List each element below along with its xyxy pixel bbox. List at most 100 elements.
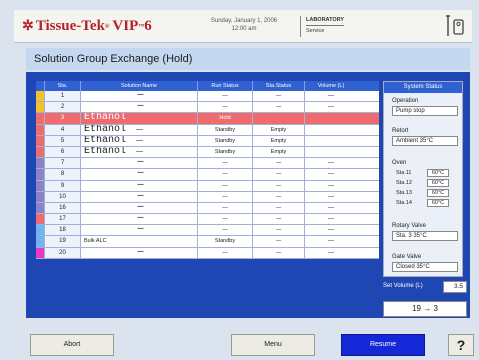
- mode-indicator: LABORATORY Service: [306, 16, 345, 35]
- menu-button[interactable]: Menu: [231, 334, 315, 356]
- run-status: Standby: [198, 124, 253, 135]
- table-row[interactable]: 3 Ethanol Hold: [36, 113, 379, 125]
- solution-name-text: —: [137, 247, 144, 258]
- solution-name: Ethanol: [81, 113, 198, 124]
- station-color-marker: [36, 102, 45, 113]
- abort-button[interactable]: Abort: [30, 334, 114, 356]
- table-row[interactable]: 7— — — —: [36, 158, 379, 170]
- table-row[interactable]: 6 Ethanol — Standby Empty: [36, 146, 379, 159]
- table-row[interactable]: 20— — — —: [36, 247, 379, 259]
- table-row[interactable]: 4 Ethanol — Standby Empty: [36, 124, 379, 136]
- oven-sta14: Sta.14 60°C: [396, 199, 458, 207]
- oven-sta13-temp: 60°C: [427, 189, 449, 197]
- solution-name-text: —: [137, 158, 144, 169]
- brand-model-number: 6: [144, 18, 152, 34]
- oven-label: Oven: [392, 160, 407, 166]
- run-status: —: [198, 169, 253, 180]
- oven-sta11-temp: 60°C: [427, 169, 449, 177]
- station-color-marker: [36, 158, 45, 169]
- run-status: —: [198, 191, 253, 202]
- station-status: —: [253, 91, 305, 102]
- header-divider: [300, 16, 301, 37]
- col-name-header: Solution Name: [81, 81, 198, 91]
- station-status: —: [253, 158, 305, 169]
- run-status: —: [198, 214, 253, 225]
- solution-name-text: —: [137, 169, 144, 180]
- station-color-marker: [36, 146, 45, 158]
- station-color-marker: [36, 113, 45, 124]
- station-color-marker: [36, 202, 45, 214]
- run-status: —: [198, 225, 253, 236]
- oven-sta14-label: Sta.14: [396, 200, 412, 206]
- page-title: Solution Group Exchange (Hold): [34, 53, 193, 65]
- station-color-marker: [36, 191, 45, 202]
- table-row[interactable]: 5 Ethanol — Standby Empty: [36, 135, 379, 147]
- station-number: 2: [45, 102, 81, 113]
- system-status-panel: System Status Operation Pump stop Retort…: [383, 81, 463, 277]
- solution-name: —: [81, 225, 198, 236]
- station-status: —: [253, 169, 305, 180]
- help-button[interactable]: ?: [448, 334, 474, 356]
- solution-name: —: [81, 169, 198, 180]
- solution-name: —: [81, 191, 198, 202]
- volume: —: [328, 171, 334, 178]
- table-row[interactable]: 16— — — —: [36, 202, 379, 215]
- set-volume-value[interactable]: 3.5: [443, 281, 467, 293]
- station-color-marker: [36, 180, 45, 191]
- solution-name-text: Ethanol: [84, 124, 127, 135]
- solution-name: —: [81, 91, 198, 102]
- time-text: 12:00 am: [231, 26, 257, 32]
- station-color-marker: [36, 135, 45, 146]
- solution-name-text: Ethanol: [84, 146, 127, 157]
- col-sta-status-header: Sta.Status: [253, 81, 305, 91]
- table-row[interactable]: 10— — — —: [36, 191, 379, 203]
- station-status: Empty: [253, 135, 305, 146]
- resume-button[interactable]: Resume: [341, 334, 425, 356]
- table-row[interactable]: 17— — — —: [36, 214, 379, 226]
- solution-name: Ethanol —: [81, 146, 198, 158]
- station-number: 1: [45, 91, 81, 102]
- solution-name: —: [81, 180, 198, 191]
- page-title-bar: Solution Group Exchange (Hold): [26, 48, 470, 70]
- table-row[interactable]: 18— — — —: [36, 225, 379, 237]
- table-row[interactable]: 1— — — —: [36, 91, 379, 103]
- run-status: —: [198, 180, 253, 191]
- oven-sta11: Sta.11 60°C: [396, 169, 458, 177]
- screen: ✲ Tissue-Tek ® VIP ™ 6 Sunday, January 1, …: [0, 0, 479, 360]
- table-row[interactable]: 9— — — —: [36, 180, 379, 192]
- solution-name-dash: —: [136, 136, 144, 144]
- gate-valve-value: Closed 35°C: [392, 262, 458, 272]
- solution-name: Ethanol —: [81, 124, 198, 135]
- station-color-marker: [36, 247, 45, 258]
- solution-name-text: —: [137, 102, 144, 113]
- solution-name-dash: —: [136, 147, 144, 155]
- station-number: 3: [45, 113, 81, 124]
- station-color-marker: [36, 236, 45, 247]
- system-status-title: System Status: [384, 82, 462, 93]
- oven-sta13-label: Sta.13: [396, 190, 412, 196]
- exchange-indicator: 19 → 3: [383, 301, 467, 317]
- col-sta-header: Sta.: [45, 81, 81, 91]
- solution-name: Bulk ALC: [81, 236, 198, 247]
- volume: —: [328, 238, 334, 245]
- solution-name: Ethanol —: [81, 135, 198, 146]
- wrench-tools-icon[interactable]: [444, 14, 466, 38]
- run-status: Standby: [198, 135, 253, 146]
- oven-sta12: Sta.12 60°C: [396, 179, 458, 187]
- header-bar: ✲ Tissue-Tek ® VIP ™ 6 Sunday, January 1, …: [14, 10, 472, 43]
- solution-name-text: —: [137, 91, 144, 101]
- retort-value: Ambient 35°C: [392, 136, 458, 146]
- table-row[interactable]: 19 Bulk ALC Standby — —: [36, 236, 379, 248]
- table-row[interactable]: 8— — — —: [36, 169, 379, 181]
- station-number: 9: [45, 180, 81, 191]
- volume: [305, 125, 357, 135]
- run-status: —: [198, 247, 253, 258]
- volume: —: [328, 93, 334, 99]
- brand-model: VIP: [112, 18, 139, 34]
- station-color-marker: [36, 225, 45, 236]
- table-row[interactable]: 2— — — —: [36, 102, 379, 114]
- station-number: 19: [45, 236, 81, 247]
- col-color-header: [36, 81, 45, 91]
- submode-label: Service: [306, 25, 345, 35]
- station-status: Empty: [253, 124, 305, 135]
